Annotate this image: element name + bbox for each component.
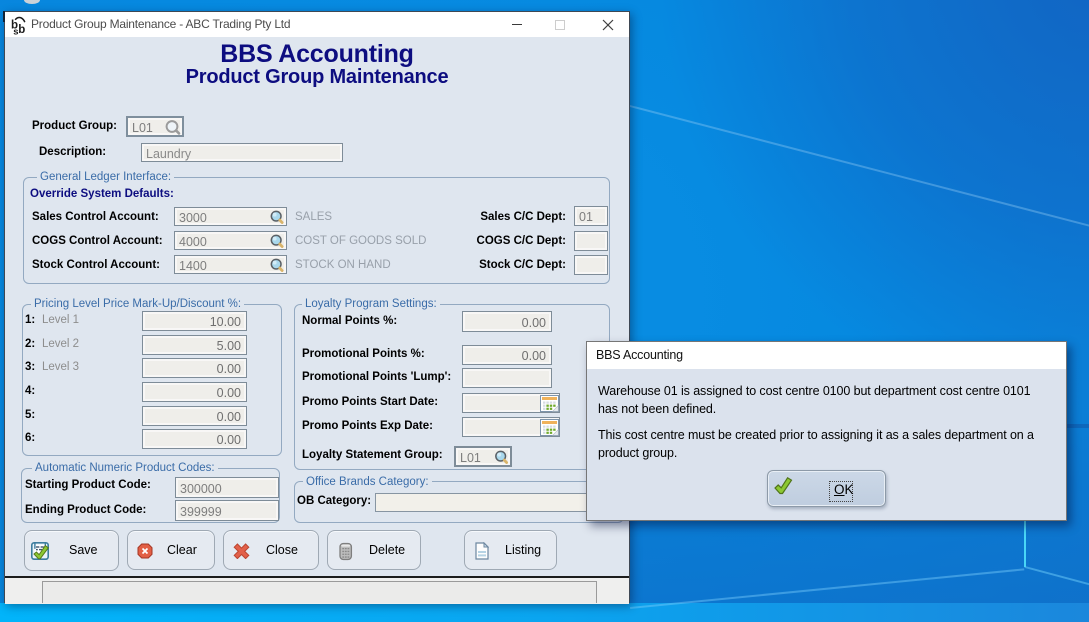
svg-text:b: b [18,24,25,35]
